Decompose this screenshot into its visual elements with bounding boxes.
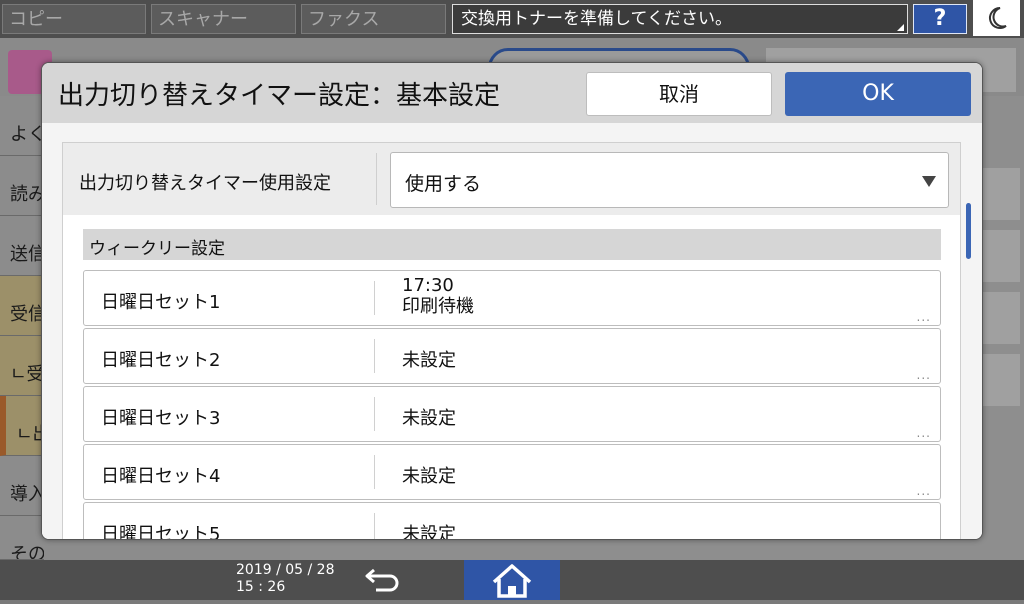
usage-setting-select[interactable]: 使用する	[390, 152, 949, 208]
list-item-label: 日曜日セット3	[101, 408, 221, 429]
divider	[374, 281, 375, 315]
divider	[374, 397, 375, 431]
list-item-time: 17:30	[402, 275, 454, 296]
help-button[interactable]: ?	[913, 4, 967, 34]
list-item[interactable]: 日曜日セット1 17:30 印刷待機 ...	[83, 270, 941, 326]
more-icon: ...	[916, 426, 931, 440]
cancel-button[interactable]: 取消	[586, 72, 772, 116]
dropdown-arrow-icon	[922, 176, 936, 187]
more-icon: ...	[916, 484, 931, 498]
time-text: 15 : 26	[236, 579, 286, 595]
list-item-value: 17:30 印刷待機	[402, 275, 474, 317]
list-item-label: 日曜日セット2	[101, 350, 221, 371]
more-icon: ...	[916, 310, 931, 324]
divider	[376, 153, 377, 205]
sidebar-item: 送信	[0, 216, 44, 276]
ok-button[interactable]: OK	[785, 72, 971, 116]
list-item[interactable]: 日曜日セット5 未設定	[83, 502, 941, 540]
divider	[374, 339, 375, 373]
list-item[interactable]: 日曜日セット3 未設定 ...	[83, 386, 941, 442]
status-message-text: 交換用トナーを準備してください。	[461, 9, 732, 29]
home-icon	[492, 564, 532, 598]
dialog-body: 出力切り替えタイマー使用設定 使用する ウィークリー設定 日曜日セット1 17:…	[42, 123, 982, 539]
background-list-button	[982, 230, 1020, 282]
sidebar-item: 受信	[0, 276, 44, 336]
divider	[374, 455, 375, 489]
usage-setting-row: 出力切り替えタイマー使用設定 使用する	[63, 143, 960, 215]
timer-settings-dialog: 出力切り替えタイマー設定：基本設定 取消 OK 出力切り替えタイマー使用設定 使…	[41, 62, 983, 540]
list-item-label: 日曜日セット4	[101, 466, 221, 487]
tab-fax[interactable]: ファクス	[301, 4, 446, 34]
list-item-value: 未設定	[402, 350, 456, 371]
sidebar-item: 導入	[0, 456, 44, 516]
dialog-header: 出力切り替えタイマー設定：基本設定 取消 OK	[42, 63, 982, 123]
date-text: 2019 / 05 / 28	[236, 562, 335, 578]
expand-corner-icon	[897, 24, 904, 31]
list-item[interactable]: 日曜日セット4 未設定 ...	[83, 444, 941, 500]
energy-saver-button[interactable]	[973, 0, 1020, 36]
scrollbar[interactable]	[966, 203, 971, 259]
list-item-value: 未設定	[402, 466, 456, 487]
back-arrow-icon	[365, 568, 399, 592]
list-item-value: 未設定	[402, 524, 456, 540]
sidebar-item: よく	[0, 96, 44, 156]
list-item-action: 印刷待機	[402, 296, 474, 317]
usage-setting-value: 使用する	[405, 173, 482, 195]
background-list-button	[982, 168, 1020, 220]
section-header-weekly: ウィークリー設定	[83, 229, 941, 260]
back-button[interactable]	[360, 562, 408, 596]
usage-setting-label: 出力切り替えタイマー使用設定	[79, 173, 331, 194]
background-list-button	[982, 292, 1020, 344]
section-label: ウィークリー設定	[89, 239, 225, 259]
sidebar-item: ㄴ出	[0, 396, 44, 456]
sidebar-item: その他	[0, 516, 44, 560]
status-message[interactable]: 交換用トナーを準備してください。	[452, 4, 908, 34]
crescent-moon-icon	[988, 7, 1007, 29]
sidebar-item: ㄴ受	[0, 336, 44, 396]
list-item[interactable]: 日曜日セット2 未設定 ...	[83, 328, 941, 384]
tab-copy[interactable]: コピー	[2, 4, 146, 34]
home-button[interactable]	[464, 560, 560, 600]
list-item-label: 日曜日セット5	[101, 524, 221, 540]
background-list-button	[982, 354, 1020, 406]
list-item-label: 日曜日セット1	[101, 292, 221, 313]
divider	[374, 513, 375, 539]
date-time: 2019 / 05 / 28 15 : 26	[236, 562, 335, 596]
sidebar-item: 読み	[0, 156, 44, 216]
settings-list: 出力切り替えタイマー使用設定 使用する ウィークリー設定 日曜日セット1 17:…	[62, 142, 961, 540]
more-icon: ...	[916, 368, 931, 382]
list-item-value: 未設定	[402, 408, 456, 429]
tab-scanner[interactable]: スキャナー	[151, 4, 296, 34]
top-bar: コピー スキャナー ファクス 交換用トナーを準備してください。 ?	[0, 0, 1024, 38]
dialog-title: 出力切り替えタイマー設定：基本設定	[58, 81, 501, 111]
